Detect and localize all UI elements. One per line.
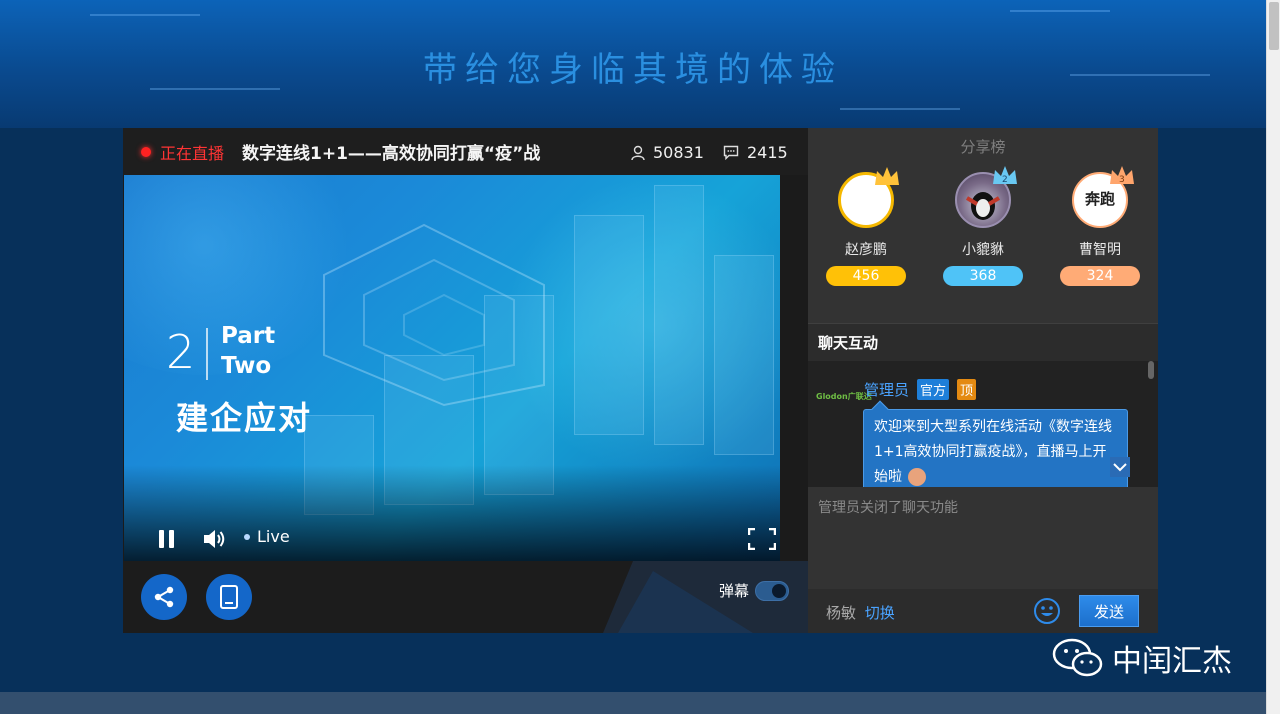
slide-subtitle: 建企应对 (176, 399, 313, 437)
leaderboard-entry-3: 奔跑 3 曹智明 324 (1059, 166, 1141, 286)
chat-sender: 管理员 官方 顶 (864, 379, 977, 400)
chat-footer: 杨敏 切换 发送 (808, 589, 1158, 633)
leaderboard-title: 分享榜 (960, 138, 1006, 156)
stream-title: 数字连线1+1——高效协同打赢“疫”战 (242, 144, 541, 164)
current-user: 杨敏 切换 (826, 602, 895, 623)
page-header: 带给您身临其境的体验 (0, 0, 1266, 128)
official-badge: 官方 (917, 379, 950, 400)
scrollbar-thumb[interactable] (1269, 2, 1279, 50)
watermark: 中闰汇杰 (1052, 636, 1232, 680)
chat-input-area: 管理员关闭了聊天功能 (808, 487, 1158, 589)
viewer-count-value: 50831 (653, 143, 704, 162)
logo-outline-graphic (323, 223, 545, 407)
chat-title: 聊天互动 (808, 323, 1158, 361)
comment-icon (723, 145, 739, 160)
live-indicator-dot (244, 533, 250, 540)
slide-part-number: 2 (166, 325, 196, 379)
side-panel: 分享榜 赵彦鹏 456 2 小貔貅 368 奔跑 3 曹智明 324 聊天互动 … (808, 128, 1158, 633)
chat-message-bubble: 欢迎来到大型系列在线活动《数字连线1+1高效协同打赢疫战》，直播马上开始啦 (863, 400, 1128, 487)
danmu-toggle-group: 弹幕 (719, 580, 790, 601)
mobile-view-button[interactable] (206, 574, 252, 620)
send-button[interactable]: 发送 (1079, 595, 1139, 627)
clap-emoji-icon (908, 468, 927, 486)
watermark-text: 中闰汇杰 (1112, 644, 1232, 679)
live-indicator: Live (244, 527, 290, 546)
comment-count: 2415 (723, 143, 788, 162)
wechat-icon (1052, 638, 1103, 677)
switch-user-link[interactable]: 切换 (865, 604, 895, 622)
pinned-badge: 顶 (957, 379, 977, 400)
page-scrollbar[interactable] (1266, 0, 1280, 714)
avatar: 2 (955, 166, 1017, 228)
share-icon (154, 586, 174, 608)
leaderboard-name: 赵彦鹏 (845, 242, 887, 258)
bottom-strip (0, 692, 1266, 714)
slide-part-line2: Two (221, 353, 272, 379)
avatar: 奔跑 3 (1072, 166, 1134, 228)
video-player: 正在直播 数字连线1+1——高效协同打赢“疫”战 50831 2415 2 Pa… (123, 128, 808, 633)
video-frame[interactable]: 2 Part Two 建企应对 Live (124, 175, 780, 561)
share-button[interactable] (141, 574, 187, 620)
emoji-icon[interactable] (1033, 597, 1061, 625)
live-status: 正在直播 (160, 143, 225, 163)
avatar-text: 奔跑 (1084, 190, 1115, 208)
danmu-label: 弹幕 (719, 582, 750, 600)
leaderboard-name: 小貔貅 (962, 242, 1004, 258)
leaderboard-score: 456 (826, 266, 906, 286)
leaderboard-score: 368 (943, 266, 1023, 286)
slide-part-line1: Part (221, 323, 276, 349)
chevron-down-icon (1113, 463, 1127, 472)
comment-count-value: 2415 (747, 143, 788, 162)
slide-part-label: Part Two (221, 321, 275, 381)
leaderboard-score: 324 (1060, 266, 1140, 286)
tablet-icon (220, 585, 238, 609)
slide-divider (206, 328, 208, 380)
page-header-title: 带给您身临其境的体验 (423, 50, 843, 90)
svg-text:2: 2 (1002, 175, 1008, 185)
leaderboard-name: 曹智明 (1079, 242, 1121, 258)
player-toolbar: 弹幕 (123, 561, 808, 633)
crown-silver-icon: 2 (993, 166, 1017, 185)
live-dot-icon (141, 146, 151, 157)
current-user-name: 杨敏 (826, 604, 857, 622)
volume-icon[interactable] (202, 528, 226, 550)
expand-message-button[interactable] (1110, 457, 1130, 477)
player-topbar: 正在直播 数字连线1+1——高效协同打赢“疫”战 50831 2415 (123, 128, 808, 175)
leaderboard-entry-1: 赵彦鹏 456 (825, 167, 907, 286)
crown-bronze-icon: 3 (1110, 166, 1134, 185)
leaderboard-entry-2: 2 小貔貅 368 (942, 166, 1024, 286)
svg-text:3: 3 (1119, 175, 1125, 185)
danmu-toggle-knob (772, 583, 787, 598)
user-icon (631, 145, 645, 160)
chat-scrollbar[interactable] (1148, 361, 1154, 379)
viewer-count: 50831 (631, 143, 704, 162)
crown-gold-icon (875, 167, 899, 185)
chat-messages[interactable]: Glodon广联达 管理员 官方 顶 欢迎来到大型系列在线活动《数字连线1+1高… (808, 361, 1158, 487)
avatar (838, 167, 899, 228)
chat-sender-name: 管理员 (864, 381, 910, 399)
live-indicator-label: Live (257, 527, 290, 546)
pause-icon[interactable] (158, 529, 176, 549)
fullscreen-icon[interactable] (748, 528, 776, 550)
danmu-toggle[interactable] (755, 580, 790, 601)
